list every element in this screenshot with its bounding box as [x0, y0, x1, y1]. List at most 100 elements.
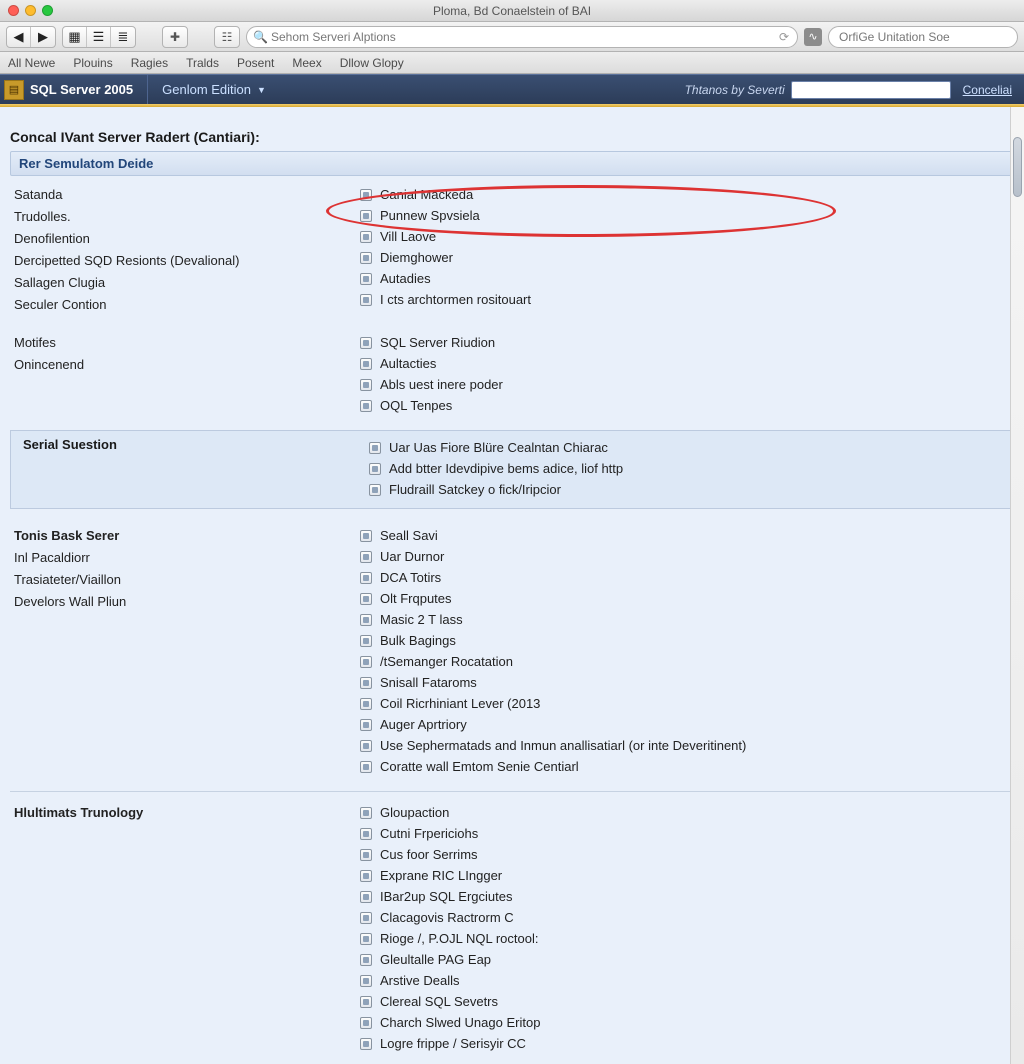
- category-label: Hlultimats Trunology: [14, 802, 360, 824]
- list-item[interactable]: Uar Durnor: [360, 546, 1014, 567]
- app-logo-icon: ▤: [4, 80, 24, 100]
- page-icon: [360, 358, 372, 370]
- list-item[interactable]: Rioge /, P.OJL NQL roctool:: [360, 928, 1014, 949]
- subsection: Serial Suestion Uar Uas Fiore Blüre Ceal…: [10, 430, 1014, 509]
- bookmark-item[interactable]: Posent: [237, 56, 274, 70]
- list-item[interactable]: Olt Frqputes: [360, 588, 1014, 609]
- list-item[interactable]: Clereal SQL Sevetrs: [360, 991, 1014, 1012]
- list-item[interactable]: Abls uest inere poder: [360, 374, 1014, 395]
- list-item[interactable]: IBar2up SQL Ergciutes: [360, 886, 1014, 907]
- list-item[interactable]: Uar Uas Fiore Blüre Cealntan Chiarac: [369, 437, 1005, 458]
- list-item[interactable]: Exprane RIC LIngger: [360, 865, 1014, 886]
- list-item[interactable]: Canial Mackeda: [360, 184, 1014, 205]
- minimize-icon[interactable]: [25, 5, 36, 16]
- page-icon: [360, 252, 372, 264]
- page-icon: [360, 189, 372, 201]
- bookmark-item[interactable]: Tralds: [186, 56, 219, 70]
- close-icon[interactable]: [8, 5, 19, 16]
- item-list: Uar Uas Fiore Blüre Cealntan Chiarac Add…: [369, 437, 1005, 500]
- page-title: Concal IVant Server Radert (Cantiari):: [10, 129, 1014, 145]
- list-item[interactable]: Cutni Frpericiohs: [360, 823, 1014, 844]
- page-icon: [360, 593, 372, 605]
- page-icon: [360, 954, 372, 966]
- category-label: Motifes: [14, 332, 360, 354]
- list-item[interactable]: Vill Laove: [360, 226, 1014, 247]
- list-item[interactable]: I cts archtormen rositouart: [360, 289, 1014, 310]
- list-item[interactable]: Logre frippe / Serisyir CC: [360, 1033, 1014, 1054]
- list-item[interactable]: Diemghower: [360, 247, 1014, 268]
- list-item[interactable]: /tSemanger Rocatation: [360, 651, 1014, 672]
- section-header: Rer Semulatom Deide: [10, 151, 1014, 176]
- bookmark-item[interactable]: Dllow Glopy: [340, 56, 404, 70]
- scrollbar[interactable]: [1010, 107, 1024, 1064]
- edition-dropdown[interactable]: Genlom Edition ▼: [147, 75, 280, 104]
- bookmark-item[interactable]: Ragies: [131, 56, 168, 70]
- search-icon: 🔍: [253, 30, 268, 44]
- rss-icon[interactable]: ∿: [804, 28, 822, 46]
- list-item[interactable]: Fludraill Satckey o fick/Iripcior: [369, 479, 1005, 500]
- list-item[interactable]: Coratte wall Emtom Senie Centiarl: [360, 756, 1014, 777]
- view-list-icon[interactable]: ☰: [87, 27, 111, 47]
- page-icon: [360, 698, 372, 710]
- list-item[interactable]: Autadies: [360, 268, 1014, 289]
- category-label: Sallagen Clugia: [14, 272, 360, 294]
- list-item[interactable]: Masic 2 T lass: [360, 609, 1014, 630]
- header-search-input[interactable]: [791, 81, 951, 99]
- list-item[interactable]: Charch Slwed Unago Eritop: [360, 1012, 1014, 1033]
- list-item[interactable]: OQL Tenpes: [360, 395, 1014, 416]
- page-icon: [360, 231, 372, 243]
- list-item[interactable]: Seall Savi: [360, 525, 1014, 546]
- list-item[interactable]: Add btter Idevdipive bems adice, liof ht…: [369, 458, 1005, 479]
- page-icon: [360, 1017, 372, 1029]
- category-block: Tonis Bask Serer Inl Pacaldiorr Trasiate…: [10, 525, 1014, 777]
- page-icon: [360, 656, 372, 668]
- scrollbar-thumb[interactable]: [1013, 137, 1022, 197]
- search-field[interactable]: OrfiGe Unitation Soe: [828, 26, 1018, 48]
- list-item[interactable]: Auger Aprtriory: [360, 714, 1014, 735]
- page-icon: [360, 761, 372, 773]
- view-buttons: ▦ ☰ ≣: [62, 26, 136, 48]
- category-label: Dercipetted SQD Resionts (Devalional): [14, 250, 360, 272]
- header-link[interactable]: Conceliai: [963, 83, 1012, 97]
- page-icon: [360, 891, 372, 903]
- list-item[interactable]: Coil Ricrhiniant Lever (2013: [360, 693, 1014, 714]
- list-item[interactable]: Bulk Bagings: [360, 630, 1014, 651]
- traffic-lights: [8, 5, 53, 16]
- forward-button[interactable]: ▶: [31, 27, 55, 47]
- list-item[interactable]: Arstive Dealls: [360, 970, 1014, 991]
- reload-icon[interactable]: ⟳: [779, 30, 789, 44]
- chevron-down-icon: ▼: [257, 85, 266, 95]
- reader-button[interactable]: ☷: [214, 26, 240, 48]
- category-label: Inl Pacaldiorr: [14, 547, 360, 569]
- list-item[interactable]: Clacagovis Ractrorm C: [360, 907, 1014, 928]
- view-column-icon[interactable]: ≣: [111, 27, 135, 47]
- browser-toolbar: ◀ ▶ ▦ ☰ ≣ ✚ ☷ 🔍 Sehom Serveri Alptions ⟳…: [0, 22, 1024, 52]
- list-item[interactable]: Punnew Spvsiela: [360, 205, 1014, 226]
- page-icon: [360, 210, 372, 222]
- page-icon: [360, 551, 372, 563]
- list-item[interactable]: DCA Totirs: [360, 567, 1014, 588]
- list-item[interactable]: Gloupaction: [360, 802, 1014, 823]
- list-item[interactable]: Cus foor Serrims: [360, 844, 1014, 865]
- list-item[interactable]: SQL Server Riudion: [360, 332, 1014, 353]
- view-grid-icon[interactable]: ▦: [63, 27, 87, 47]
- bookmark-item[interactable]: Plouins: [73, 56, 112, 70]
- category-labels: Motifes Onincenend: [10, 332, 360, 416]
- zoom-icon[interactable]: [42, 5, 53, 16]
- list-item[interactable]: Use Sephermatads and Inmun anallisatiarl…: [360, 735, 1014, 756]
- page-icon: [360, 849, 372, 861]
- page-icon: [360, 912, 372, 924]
- address-text: Sehom Serveri Alptions: [271, 30, 396, 44]
- category-label: Satanda: [14, 184, 360, 206]
- category-labels: Hlultimats Trunology: [10, 802, 360, 1054]
- category-label: Trasiateter/Viaillon: [14, 569, 360, 591]
- bookmark-button[interactable]: ✚: [162, 26, 188, 48]
- bookmark-item[interactable]: All Newe: [8, 56, 55, 70]
- list-item[interactable]: Snisall Fataroms: [360, 672, 1014, 693]
- address-bar[interactable]: 🔍 Sehom Serveri Alptions ⟳: [246, 26, 798, 48]
- bookmark-item[interactable]: Meex: [292, 56, 321, 70]
- list-item[interactable]: Aultacties: [360, 353, 1014, 374]
- category-label: Seculer Contion: [14, 294, 360, 316]
- back-button[interactable]: ◀: [7, 27, 31, 47]
- list-item[interactable]: Gleultalle PAG Eap: [360, 949, 1014, 970]
